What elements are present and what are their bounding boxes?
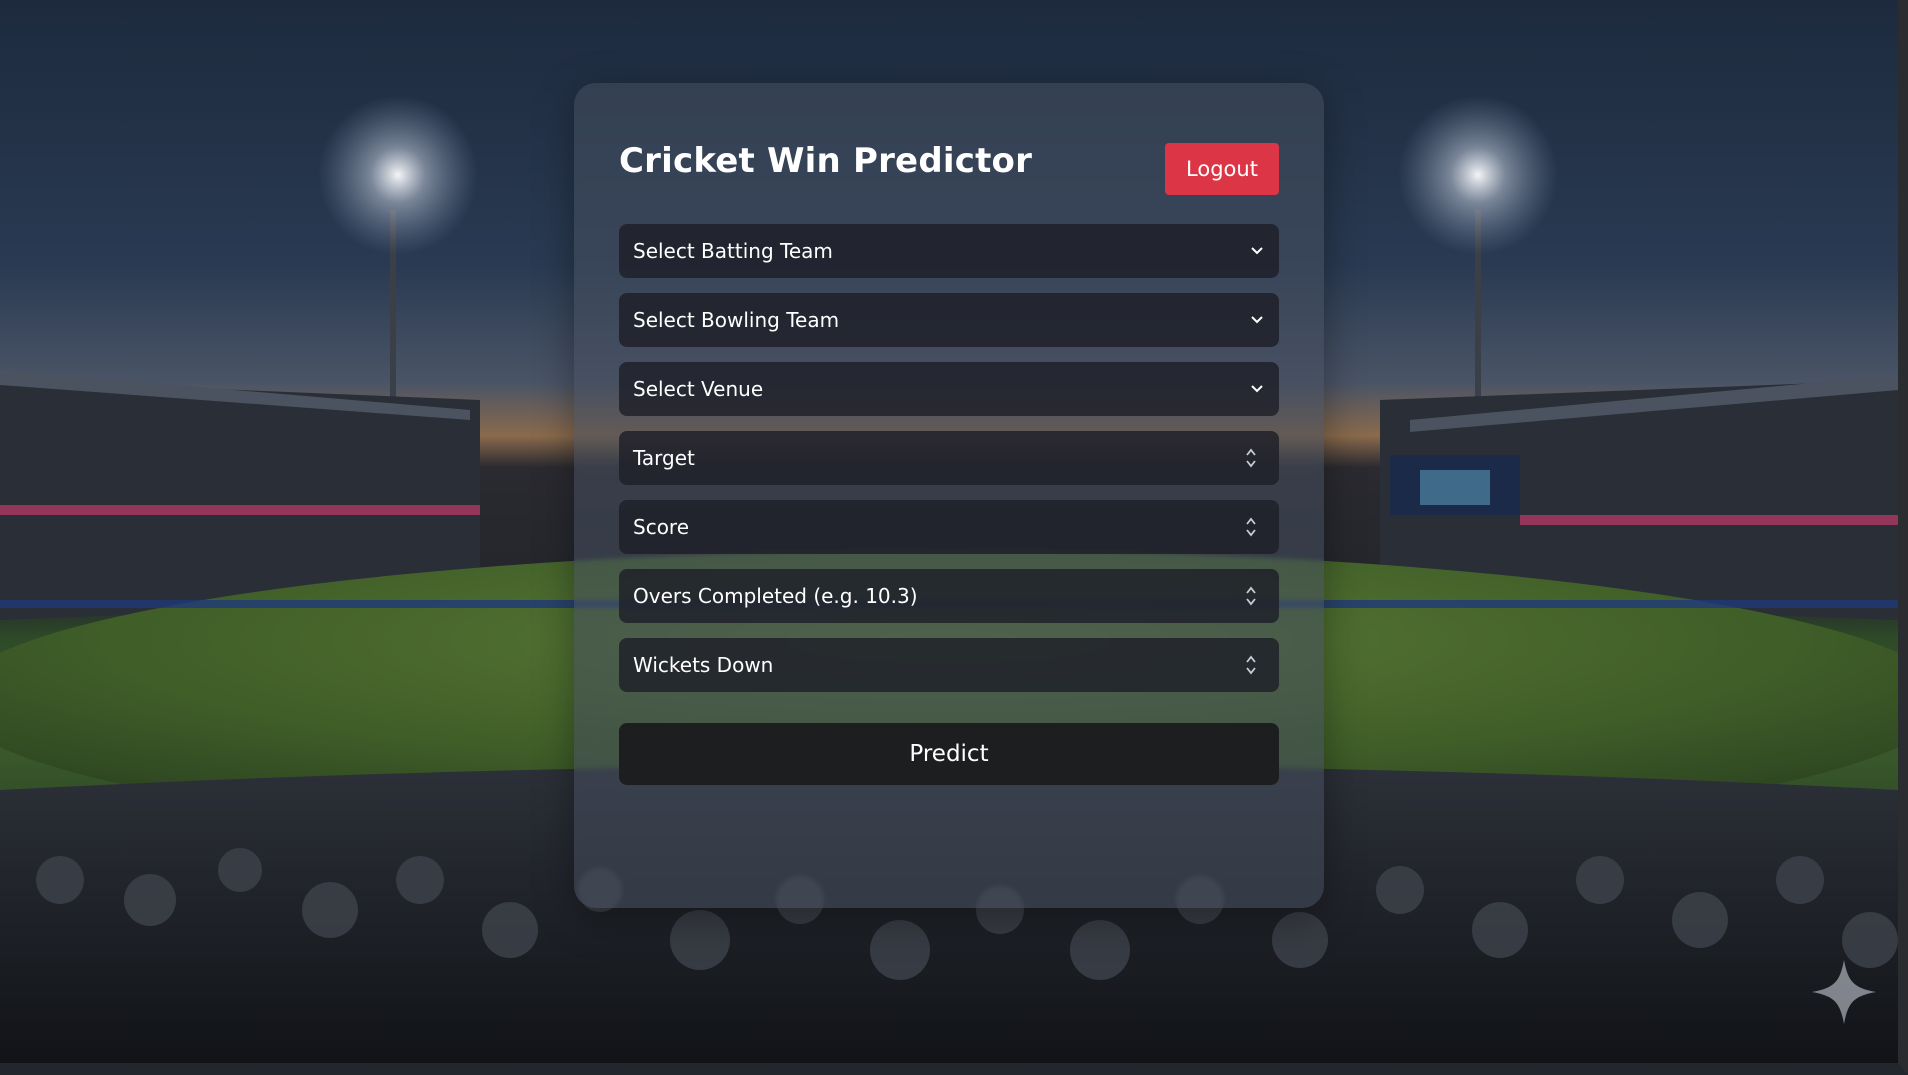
app-window: Cricket Win Predictor Logout Select Batt… [0,0,1908,1075]
spinner-arrows-icon[interactable] [1243,514,1259,540]
spinner-arrows-icon[interactable] [1243,445,1259,471]
wickets-placeholder: Wickets Down [633,653,774,677]
predictor-card: Cricket Win Predictor Logout Select Batt… [574,83,1324,908]
chevron-down-icon [1249,312,1265,328]
logout-button[interactable]: Logout [1165,143,1279,195]
chevron-down-icon [1249,381,1265,397]
wickets-input[interactable]: Wickets Down [619,638,1279,692]
venue-label: Select Venue [633,377,764,401]
target-input[interactable]: Target [619,431,1279,485]
batting-team-select[interactable]: Select Batting Team [619,224,1279,278]
overs-input[interactable]: Overs Completed (e.g. 10.3) [619,569,1279,623]
sparkle-icon [1808,956,1880,1028]
spinner-arrows-icon[interactable] [1243,583,1259,609]
score-input[interactable]: Score [619,500,1279,554]
predict-button[interactable]: Predict [619,723,1279,785]
score-placeholder: Score [633,515,690,539]
page-title: Cricket Win Predictor [619,141,1033,181]
spinner-arrows-icon[interactable] [1243,652,1259,678]
venue-select[interactable]: Select Venue [619,362,1279,416]
chevron-down-icon [1249,243,1265,259]
batting-team-label: Select Batting Team [633,239,833,263]
overs-placeholder: Overs Completed (e.g. 10.3) [633,584,918,608]
bowling-team-select[interactable]: Select Bowling Team [619,293,1279,347]
target-placeholder: Target [633,446,695,470]
bowling-team-label: Select Bowling Team [633,308,840,332]
